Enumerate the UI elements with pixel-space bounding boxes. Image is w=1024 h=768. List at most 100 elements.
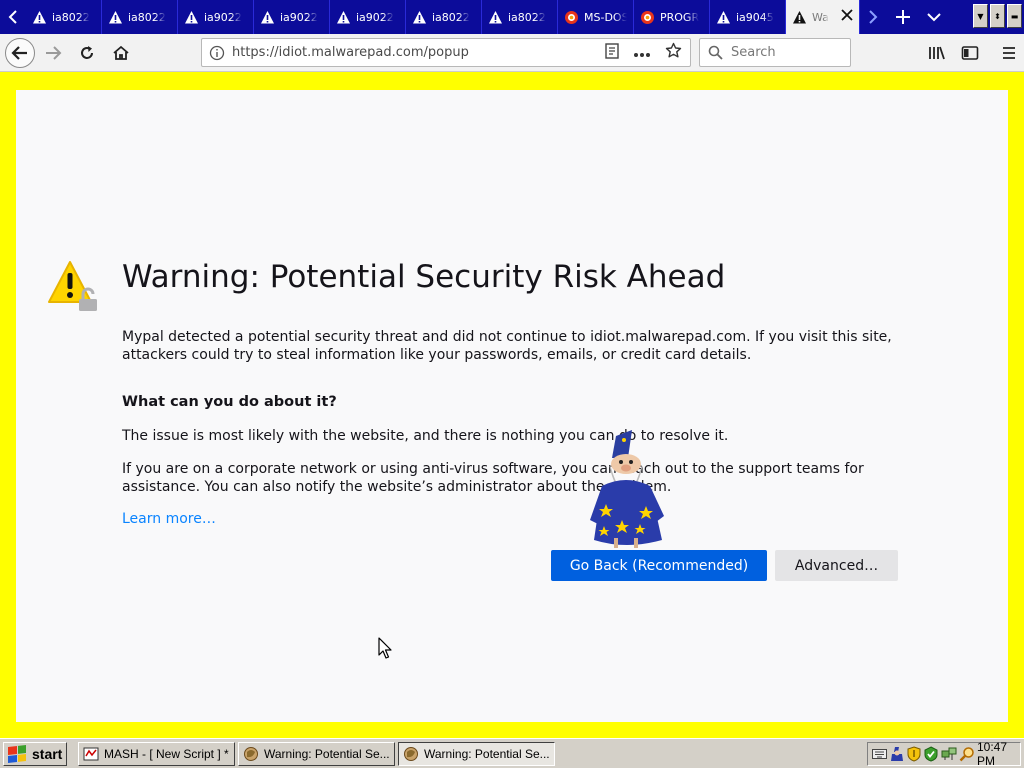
reload-button[interactable] xyxy=(71,37,103,69)
plus-icon xyxy=(896,10,910,24)
start-button[interactable]: start xyxy=(3,742,67,766)
chevron-left-icon xyxy=(8,10,17,24)
tab-7[interactable]: MS-DOS xyxy=(558,0,634,34)
tab-label: ia9045 xyxy=(736,10,774,24)
site-info-button[interactable] xyxy=(202,45,232,61)
error-page: Warning: Potential Security Risk Ahead M… xyxy=(16,90,1008,722)
warning-icon xyxy=(336,10,351,25)
tab-3[interactable]: ia9022 xyxy=(254,0,330,34)
tab-0[interactable]: ia8022 xyxy=(26,0,102,34)
tab-label: ia8022 xyxy=(52,10,90,24)
star-icon xyxy=(665,42,682,58)
mash-app-icon xyxy=(83,747,99,761)
advanced-button[interactable]: Advanced… xyxy=(775,550,898,581)
tab-4[interactable]: ia9022 xyxy=(330,0,406,34)
new-tab-button[interactable] xyxy=(886,0,920,34)
tab-label: ia8022 xyxy=(508,10,546,24)
tab-label: ia9022 xyxy=(280,10,318,24)
system-tray: 10:47 PM xyxy=(867,740,1021,768)
brave-icon xyxy=(564,10,579,25)
security-check-icon[interactable] xyxy=(923,746,939,763)
taskbar-item-mash[interactable]: MASH - [ New Script ] * xyxy=(78,742,235,766)
network-icon[interactable] xyxy=(941,746,957,763)
taskbar-item-browser-1[interactable]: Warning: Potential Se... xyxy=(238,742,395,766)
scroll-tabs-right-button[interactable] xyxy=(860,0,886,34)
navigation-toolbar: https://idiot.malwarepad.com/popup Searc… xyxy=(0,34,1024,72)
search-box[interactable]: Search xyxy=(699,38,851,67)
tab-list: ia8022 ia8022 ia9022 ia9022 ia9022 ia8022 ia80… xyxy=(26,0,860,34)
home-icon xyxy=(113,45,129,60)
start-label: start xyxy=(32,746,63,762)
menu-button[interactable] xyxy=(993,37,1024,69)
keyboard-icon[interactable] xyxy=(872,746,887,763)
library-icon xyxy=(928,46,945,60)
learn-more-link[interactable]: Learn more… xyxy=(122,511,216,527)
warning-icon xyxy=(792,10,807,25)
magnifier-icon[interactable] xyxy=(959,746,975,763)
warning-icon xyxy=(108,10,123,25)
toolbar-right xyxy=(919,34,1024,72)
warning-icon xyxy=(184,10,199,25)
warning-icon xyxy=(412,10,427,25)
library-button[interactable] xyxy=(921,37,952,69)
bookmark-star-button[interactable] xyxy=(665,42,682,63)
tab-label: Wa xyxy=(812,10,829,24)
taskbar: start MASH - [ New Script ] * Warning: P… xyxy=(0,738,1024,768)
forward-button[interactable] xyxy=(37,37,69,69)
tab-label: PROGR xyxy=(660,10,700,24)
brave-icon xyxy=(640,10,655,25)
wizard-agent-icon[interactable] xyxy=(588,428,670,552)
taskbar-item-label: MASH - [ New Script ] * xyxy=(104,747,229,761)
url-bar[interactable]: https://idiot.malwarepad.com/popup xyxy=(201,38,691,67)
back-button[interactable] xyxy=(5,37,35,68)
tab-6[interactable]: ia8022 xyxy=(482,0,558,34)
more-horizontal-icon xyxy=(634,53,650,57)
warning-lock-icon xyxy=(48,261,97,311)
sidebar-toggle-button[interactable] xyxy=(954,37,985,69)
tab-8[interactable]: PROGR xyxy=(634,0,710,34)
warning-icon xyxy=(716,10,731,25)
warning-icon xyxy=(32,10,47,25)
tab-label: ia8022 xyxy=(128,10,166,24)
window-controls: ▼ ⬍ ▬ xyxy=(971,0,1024,34)
tab-1[interactable]: ia8022 xyxy=(102,0,178,34)
warning-icon xyxy=(488,10,503,25)
window-minimize-button[interactable]: ▬ xyxy=(1007,4,1022,28)
window-scroll-button[interactable]: ⬍ xyxy=(990,4,1005,28)
search-icon xyxy=(708,45,723,60)
tab-10[interactable]: Wa xyxy=(786,0,860,34)
search-placeholder: Search xyxy=(731,45,776,60)
page-actions-button[interactable] xyxy=(633,43,651,62)
intro-text: Mypal detected a potential security thre… xyxy=(122,329,892,363)
tab-9[interactable]: ia9045 xyxy=(710,0,786,34)
reload-icon xyxy=(81,45,93,59)
url-text[interactable]: https://idiot.malwarepad.com/popup xyxy=(232,45,605,60)
shield-icon[interactable] xyxy=(907,746,921,763)
page-title: Warning: Potential Security Risk Ahead xyxy=(122,259,726,295)
list-all-tabs-button[interactable] xyxy=(920,0,948,34)
reader-view-button[interactable] xyxy=(605,42,619,63)
reader-view-icon xyxy=(605,42,619,59)
home-button[interactable] xyxy=(105,37,137,69)
tab-strip: ia8022 ia8022 ia9022 ia9022 ia9022 ia8022 ia80… xyxy=(0,0,1024,34)
tab-label: MS-DOS xyxy=(584,10,627,24)
close-tab-icon[interactable] xyxy=(841,8,853,24)
go-back-button[interactable]: Go Back (Recommended) xyxy=(551,550,767,581)
windows-logo-icon xyxy=(8,745,26,763)
clock[interactable]: 10:47 PM xyxy=(977,740,1020,768)
taskbar-item-label: Warning: Potential Se... xyxy=(424,747,550,761)
hamburger-menu-icon xyxy=(1002,47,1015,59)
taskbar-item-browser-2[interactable]: Warning: Potential Se... xyxy=(398,742,555,766)
tab-label: ia8022 xyxy=(432,10,470,24)
window-dropdown-button[interactable]: ▼ xyxy=(973,4,988,28)
tab-2[interactable]: ia9022 xyxy=(178,0,254,34)
taskbar-item-label: Warning: Potential Se... xyxy=(264,747,390,761)
mypal-browser-icon xyxy=(404,747,418,761)
wizard-tray-icon[interactable] xyxy=(889,746,905,763)
warning-icon xyxy=(260,10,275,25)
info-icon xyxy=(209,45,225,60)
scroll-tabs-left-button[interactable] xyxy=(0,0,26,34)
tab-5[interactable]: ia8022 xyxy=(406,0,482,34)
mouse-cursor-icon xyxy=(378,637,392,659)
sidebar-icon xyxy=(961,46,978,60)
